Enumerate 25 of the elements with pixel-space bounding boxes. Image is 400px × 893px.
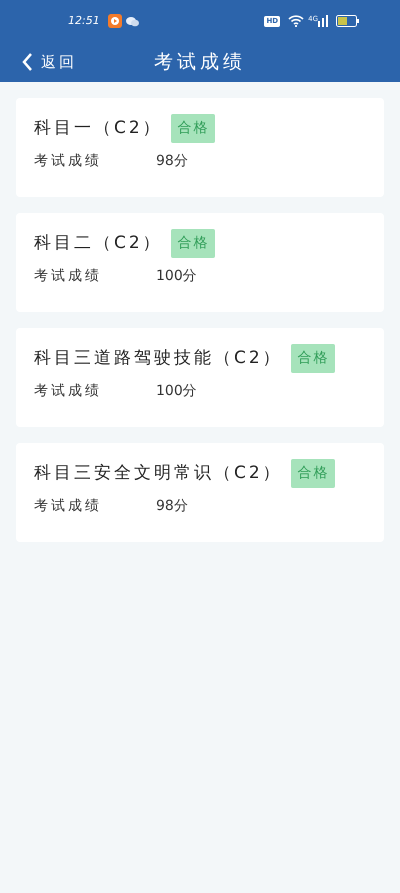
score-value: 98分	[156, 152, 188, 171]
score-value: 100分	[156, 382, 197, 401]
score-value: 100分	[156, 267, 197, 286]
score-label: 考试成绩	[34, 152, 103, 171]
status-time: 12:51	[68, 12, 100, 29]
battery-icon	[336, 15, 360, 27]
score-label: 考试成绩	[34, 267, 103, 286]
subject-title: 科目三安全文明常识（C2）	[34, 462, 283, 485]
video-app-icon	[108, 14, 122, 28]
signal-icon	[318, 15, 328, 27]
page-title: 考试成绩	[154, 51, 246, 73]
wifi-icon	[288, 15, 304, 27]
status-badge: 合格	[170, 229, 215, 258]
chat-app-icon	[126, 16, 139, 26]
subject-title: 科目二（C2）	[34, 232, 163, 255]
back-button[interactable]: 返回	[0, 50, 81, 74]
subject-title: 科目三道路驾驶技能（C2）	[34, 346, 283, 370]
score-label: 考试成绩	[34, 497, 103, 516]
subject-title: 科目一（C2）	[34, 116, 163, 140]
status-badge: 合格	[290, 344, 335, 373]
score-label: 考试成绩	[34, 382, 103, 401]
status-badge: 合格	[170, 114, 215, 143]
status-badge: 合格	[290, 459, 335, 488]
back-icon	[22, 52, 33, 72]
score-value: 98分	[156, 497, 188, 516]
